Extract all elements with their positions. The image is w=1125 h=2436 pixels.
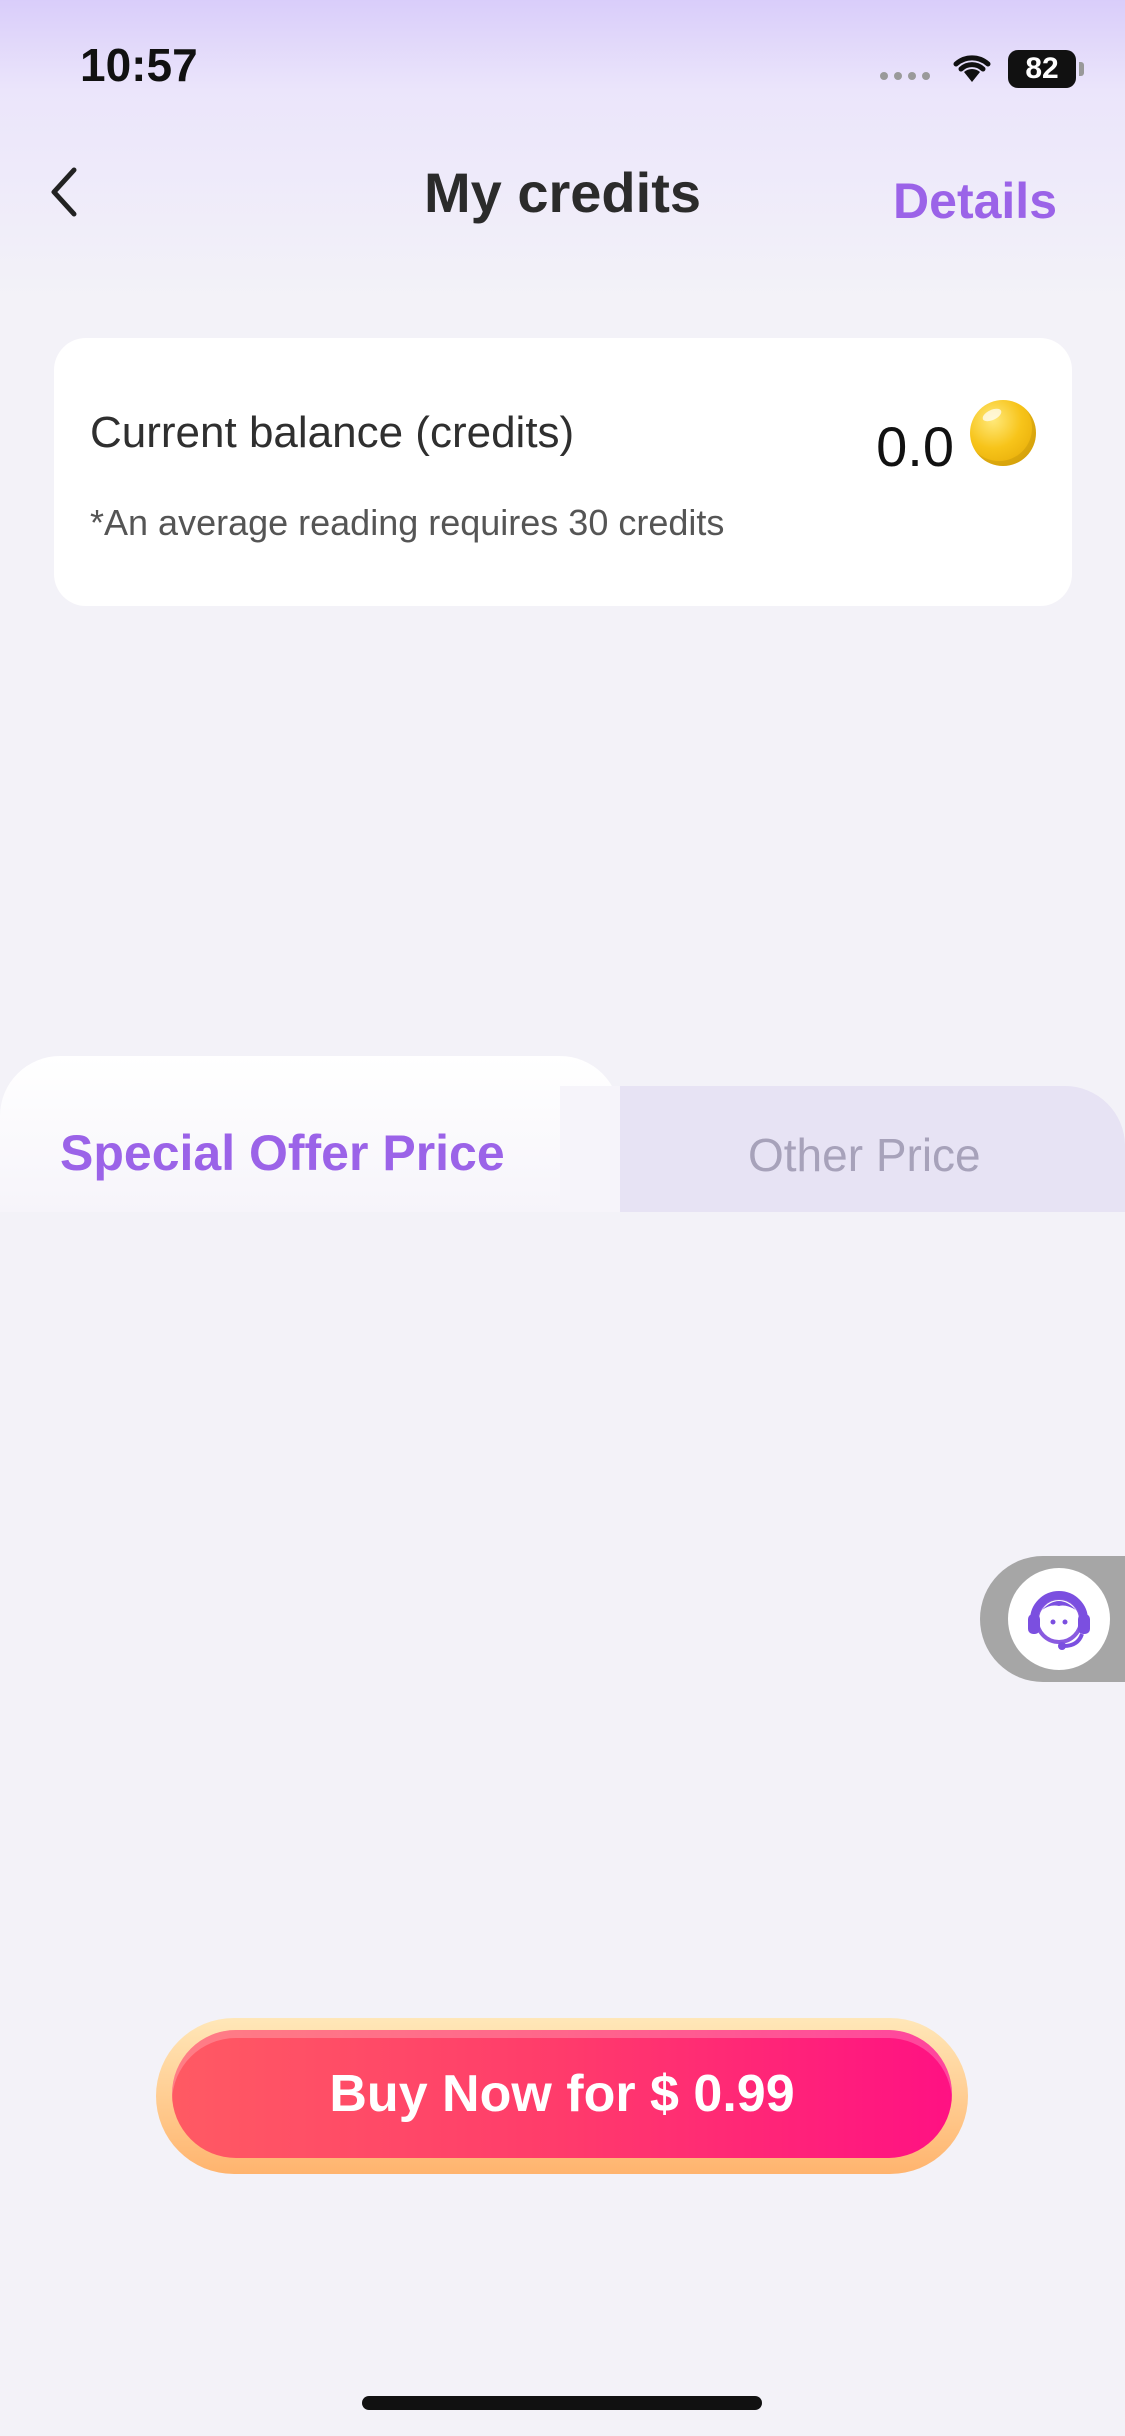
balance-value: 0.0 <box>876 415 954 478</box>
battery-level: 82 <box>1025 52 1059 85</box>
buy-now-button[interactable]: Buy Now for $ 0.99 <box>172 2030 952 2158</box>
balance-card: Current balance (credits) *An average re… <box>54 338 1072 606</box>
coin-icon <box>970 400 1036 466</box>
offer-content-area <box>0 1212 1125 2012</box>
balance-note: *An average reading requires 30 credits <box>90 502 725 543</box>
tab-other-price-label[interactable]: Other Price <box>748 1128 981 1182</box>
wifi-icon <box>953 55 991 82</box>
details-link[interactable]: Details <box>893 172 1057 230</box>
customer-support-icon[interactable] <box>1008 1568 1110 1670</box>
balance-label: Current balance (credits) <box>90 408 575 457</box>
battery-icon: 82 <box>1008 50 1084 88</box>
home-indicator[interactable] <box>362 2396 762 2410</box>
cellular-signal-icon <box>880 72 930 80</box>
headset-icon <box>1028 1591 1090 1650</box>
status-time: 10:57 <box>80 39 198 91</box>
tab-special-offer-label[interactable]: Special Offer Price <box>60 1124 505 1182</box>
